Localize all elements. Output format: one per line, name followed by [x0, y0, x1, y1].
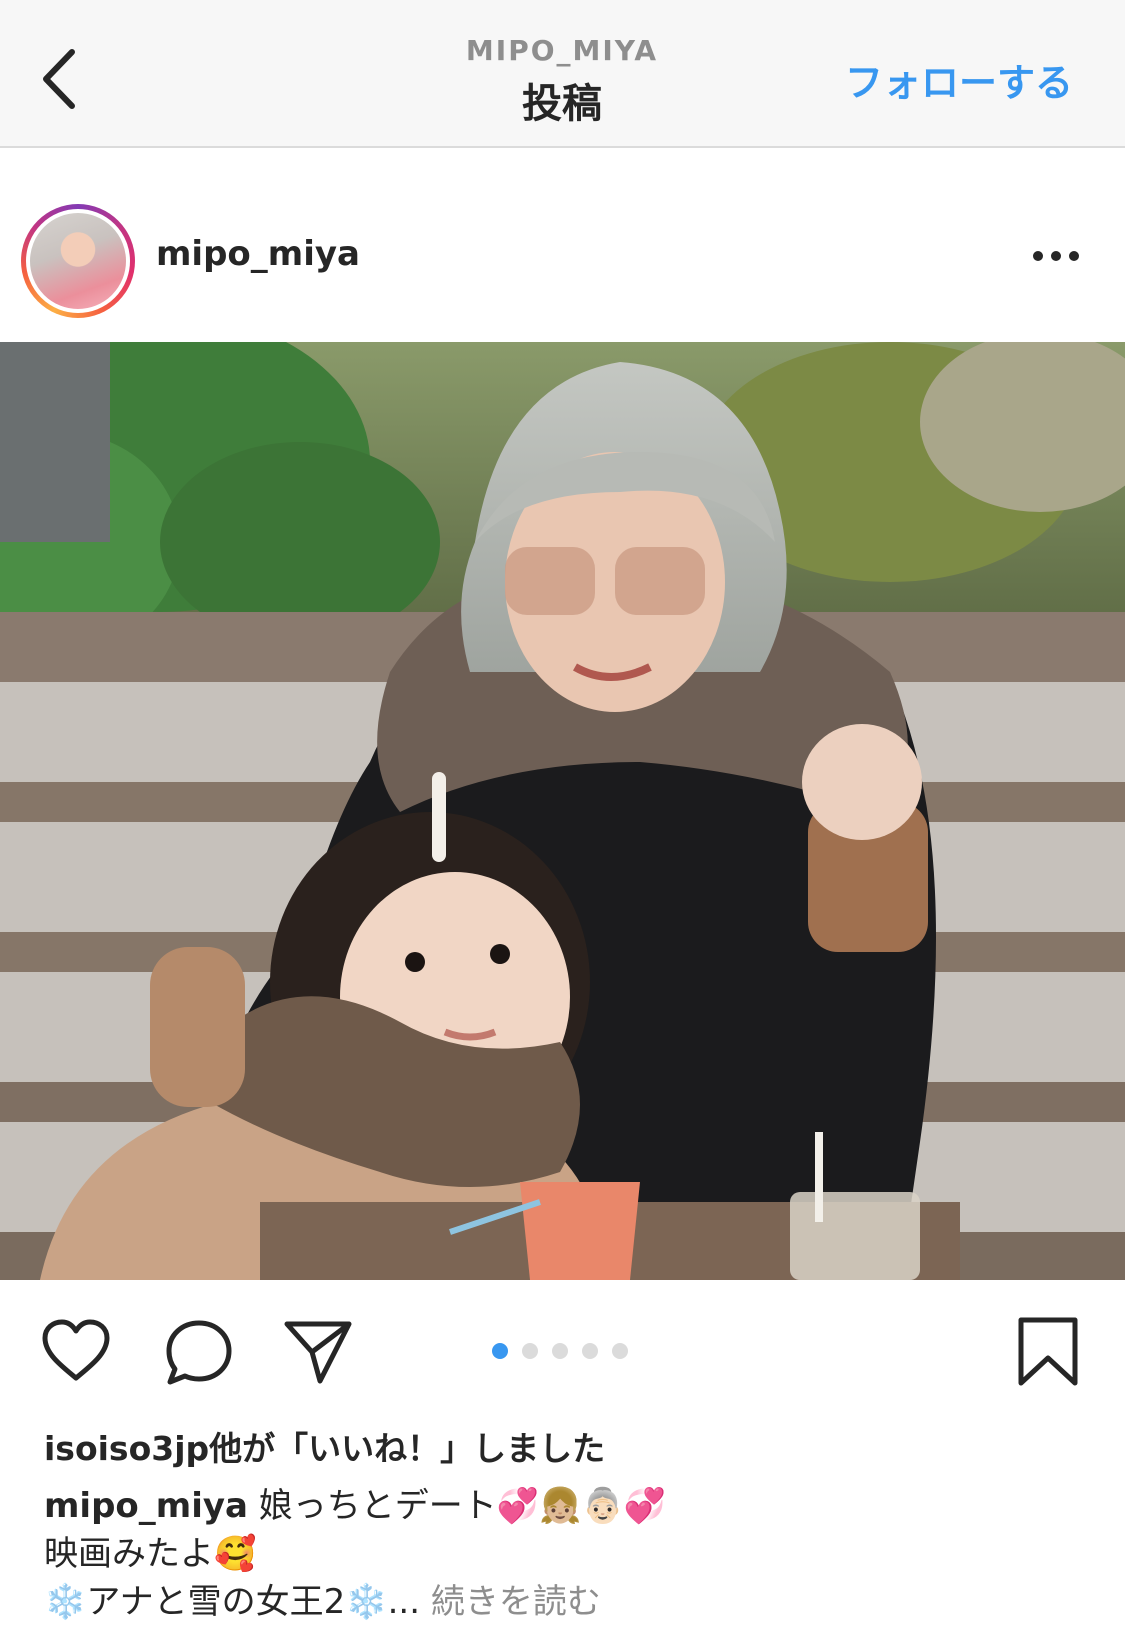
- caption-text-2: 映画みたよ🥰: [44, 1534, 257, 1574]
- carousel-dot: [522, 1343, 538, 1359]
- top-nav-bar: MIPO_MIYA 投稿 フォローする: [0, 0, 1125, 148]
- save-button[interactable]: [1016, 1316, 1080, 1392]
- follow-button[interactable]: フォローする: [845, 52, 1073, 107]
- caption-text-3: ❄️アナと雪の女王2❄️...: [44, 1582, 421, 1622]
- chevron-left-icon: [43, 49, 75, 109]
- caption-text-1: 娘っちとデート💞👧🏼👵🏻💞: [258, 1486, 667, 1526]
- heart-icon: [42, 1319, 110, 1381]
- page-title: 投稿: [522, 81, 602, 127]
- back-button[interactable]: [38, 44, 88, 114]
- post-actions: [0, 1280, 1125, 1420]
- avatar-story-ring[interactable]: [21, 204, 135, 318]
- share-button[interactable]: [282, 1318, 354, 1390]
- caption-line-3: ❄️アナと雪の女王2❄️... 続きを読む: [44, 1578, 1084, 1626]
- caption-line-1: mipo_miya 娘っちとデート💞👧🏼👵🏻💞: [44, 1482, 1084, 1530]
- send-icon: [284, 1321, 352, 1384]
- carousel-dot: [492, 1343, 508, 1359]
- carousel-dot: [582, 1343, 598, 1359]
- photo-illustration: [0, 342, 1125, 1280]
- carousel-dot: [612, 1343, 628, 1359]
- read-more-link[interactable]: 続きを読む: [431, 1582, 601, 1622]
- comment-button[interactable]: [164, 1318, 234, 1392]
- post-header: mipo_miya: [0, 148, 1125, 342]
- likes-summary[interactable]: isoiso3jp他が「いいね！」しました: [44, 1422, 605, 1470]
- comment-icon: [166, 1320, 232, 1385]
- carousel-dot: [552, 1343, 568, 1359]
- caption-username[interactable]: mipo_miya: [44, 1486, 248, 1526]
- like-button[interactable]: [40, 1318, 112, 1388]
- more-options-button[interactable]: [1031, 244, 1081, 268]
- nav-username: MIPO_MIYA: [465, 34, 659, 67]
- carousel-indicator: [492, 1343, 628, 1363]
- bookmark-icon: [1018, 1317, 1078, 1386]
- post-username[interactable]: mipo_miya: [156, 234, 360, 274]
- nav-title-block: MIPO_MIYA 投稿: [362, 34, 762, 129]
- post-photo[interactable]: [0, 342, 1125, 1280]
- avatar: [26, 209, 130, 313]
- more-dots-icon: [1033, 251, 1079, 261]
- post-caption: mipo_miya 娘っちとデート💞👧🏼👵🏻💞 映画みたよ🥰 ❄️アナと雪の女王…: [44, 1482, 1084, 1626]
